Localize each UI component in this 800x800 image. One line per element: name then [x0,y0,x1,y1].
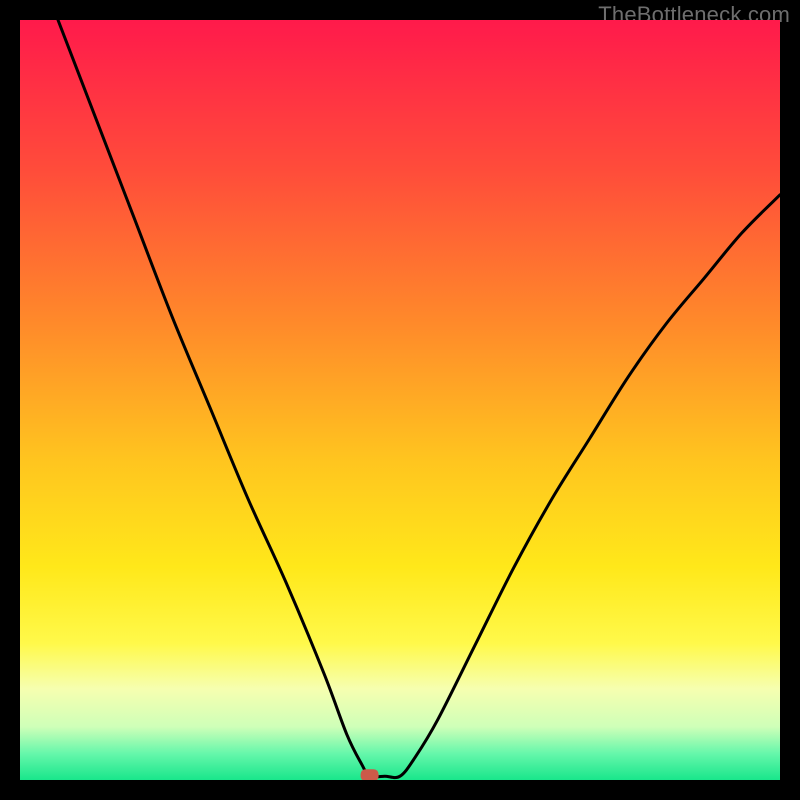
gradient-background [20,20,780,780]
bottleneck-chart [20,20,780,780]
optimal-marker [361,769,379,780]
chart-frame: TheBottleneck.com [0,0,800,800]
plot-area [20,20,780,780]
